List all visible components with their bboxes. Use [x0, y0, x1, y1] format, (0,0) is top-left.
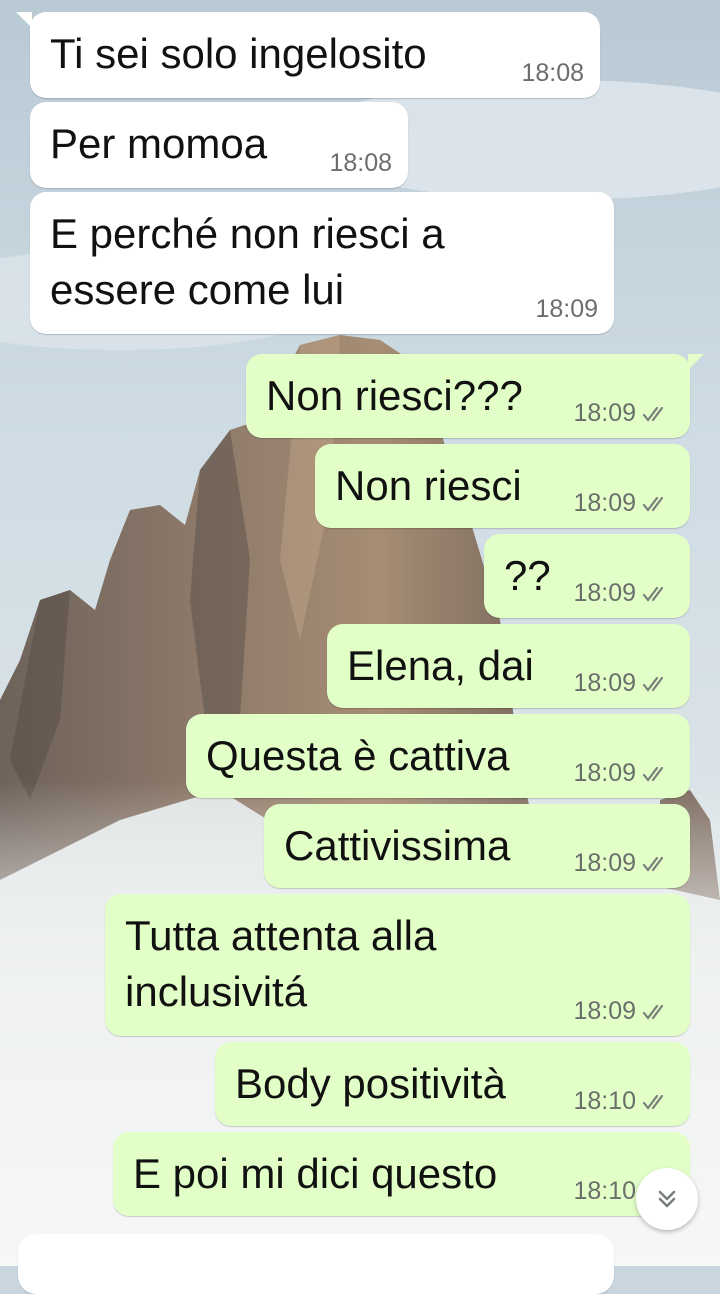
message-text: Questa è cattiva [206, 732, 510, 779]
timestamp: 18:09 [573, 489, 636, 517]
message-text: Body positività [235, 1060, 506, 1107]
message-meta: 18:09 [573, 849, 672, 878]
message-text: E poi mi dici questo [133, 1150, 498, 1197]
message-meta: 18:09 [573, 399, 672, 428]
message-text: Tutta attenta alla inclusivitá [125, 912, 437, 1015]
timestamp: 18:09 [573, 849, 636, 877]
message-bubble-incoming-partial[interactable] [18, 1234, 614, 1294]
message-meta: 18:09 [573, 669, 672, 698]
bubble-tail [688, 354, 704, 370]
timestamp: 18:10 [573, 1177, 636, 1205]
message-bubble-outgoing[interactable]: Questa è cattiva 18:09 [186, 714, 690, 798]
double-check-icon [642, 1004, 664, 1020]
message-bubble-incoming[interactable]: E perché non riesci a essere come lui 18… [30, 192, 614, 334]
message-bubble-outgoing[interactable]: Elena, dai 18:09 [327, 624, 690, 708]
message-bubble-outgoing[interactable]: ?? 18:09 [484, 534, 690, 618]
message-bubble-outgoing[interactable]: Non riesci 18:09 [315, 444, 690, 528]
timestamp: 18:08 [521, 59, 584, 87]
double-check-icon [642, 586, 664, 602]
message-time: 18:08 [329, 149, 392, 178]
message-bubble-incoming[interactable]: Per momoa 18:08 [30, 102, 408, 188]
message-bubble-outgoing[interactable]: Cattivissima 18:09 [264, 804, 690, 888]
message-meta: 18:10 [573, 1087, 672, 1116]
timestamp: 18:09 [535, 295, 598, 323]
double-check-icon [642, 406, 664, 422]
message-text: Elena, dai [347, 642, 534, 689]
timestamp: 18:09 [573, 579, 636, 607]
timestamp: 18:09 [573, 669, 636, 697]
message-time: 18:09 [535, 295, 598, 324]
double-check-icon [642, 496, 664, 512]
message-text: E perché non riesci a essere come lui [50, 210, 445, 313]
double-check-icon [642, 676, 664, 692]
double-check-icon [642, 856, 664, 872]
message-text: ?? [504, 552, 551, 599]
timestamp: 18:09 [573, 759, 636, 787]
message-bubble-outgoing[interactable]: Body positività 18:10 [215, 1042, 690, 1126]
double-chevron-down-icon [658, 1190, 676, 1208]
message-bubble-outgoing[interactable]: Tutta attenta alla inclusivitá 18:09 [105, 894, 690, 1036]
message-time: 18:08 [521, 59, 584, 88]
message-meta: 18:09 [573, 997, 672, 1026]
message-meta: 18:09 [573, 489, 672, 518]
message-text: Non riesci??? [266, 372, 523, 419]
message-bubble-incoming[interactable]: Ti sei solo ingelosito 18:08 [16, 12, 600, 98]
timestamp: 18:09 [573, 997, 636, 1025]
message-meta: 18:09 [573, 759, 672, 788]
scroll-to-bottom-button[interactable] [636, 1168, 698, 1230]
message-text: Ti sei solo ingelosito [50, 30, 427, 77]
bubble-tail [16, 12, 32, 28]
message-text: Per momoa [50, 120, 268, 167]
double-check-icon [642, 1094, 664, 1110]
message-text: Non riesci [335, 462, 522, 509]
message-bubble-outgoing[interactable]: E poi mi dici questo 18:10 [113, 1132, 690, 1216]
double-check-icon [642, 766, 664, 782]
timestamp: 18:10 [573, 1087, 636, 1115]
timestamp: 18:09 [573, 399, 636, 427]
message-text: Cattivissima [284, 822, 511, 869]
timestamp: 18:08 [329, 149, 392, 177]
message-meta: 18:09 [573, 579, 672, 608]
message-bubble-outgoing[interactable]: Non riesci??? 18:09 [246, 354, 704, 438]
